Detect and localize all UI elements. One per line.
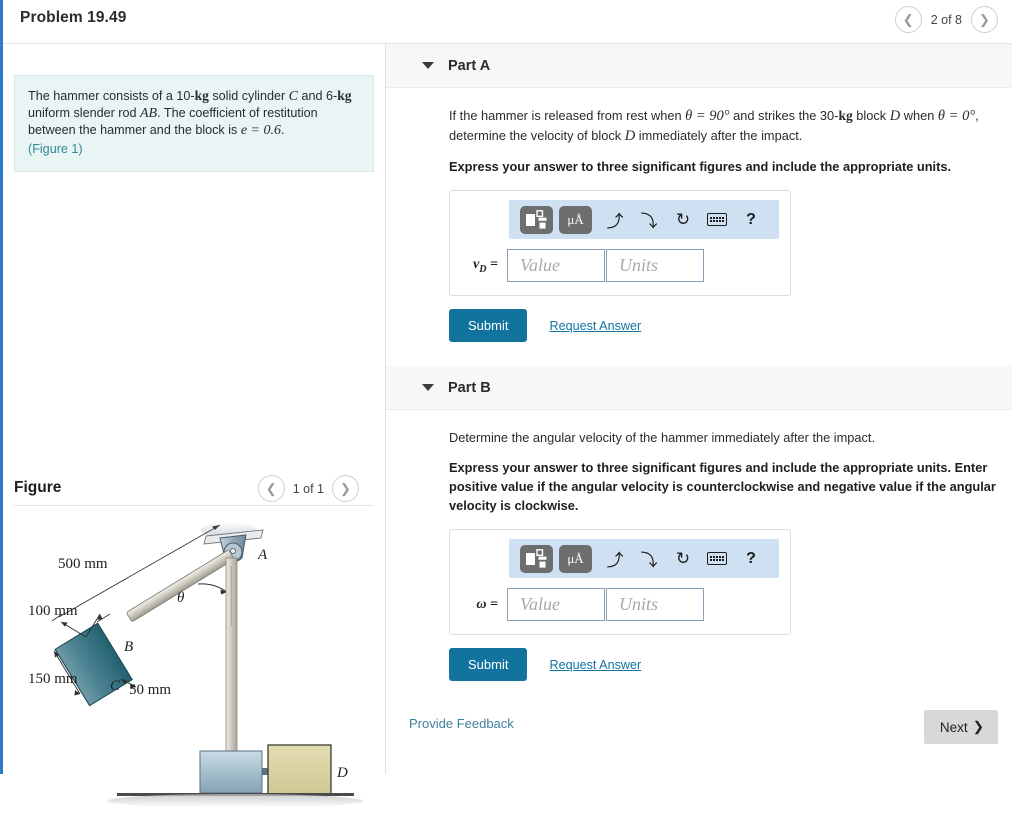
prev-problem-button[interactable]: ❮ [894, 6, 922, 33]
units-icon[interactable]: μÅ [559, 544, 592, 573]
part-b-value-input[interactable] [507, 588, 605, 621]
figure-header: Figure ❮ 1 of 1 ❯ [3, 469, 385, 517]
part-a-collapse-caret-icon[interactable] [422, 62, 434, 69]
math-template-icon[interactable] [520, 544, 553, 573]
figure-reference-link[interactable]: (Figure 1) [28, 141, 360, 158]
figure-next-button[interactable]: ❯ [332, 475, 359, 502]
part-a-instruction: Express your answer to three significant… [449, 159, 952, 174]
problem-count-label: 2 of 8 [930, 12, 962, 27]
reset-circle-icon[interactable]: ↻ [666, 206, 700, 234]
right-panel: Part A If the hammer is released from re… [386, 44, 1012, 774]
part-b-answer-row: ω = [450, 588, 779, 621]
part-a-question: If the hammer is released from rest when… [449, 108, 979, 144]
part-b-actions: Submit Request Answer [449, 648, 998, 681]
figure-image[interactable]: 500 mm A B C 100 mm 150 mm 50 mm θ D [14, 514, 385, 818]
figure-prev-button[interactable]: ❮ [257, 475, 285, 502]
part-a-variable-label: vD = [473, 256, 498, 275]
part-a-answer-row: vD = [450, 249, 779, 282]
part-b-toolbar: μÅ ⤴ ⤵ ↻ ? [509, 539, 779, 578]
figure-label-c: C [110, 678, 121, 694]
figure-dim-150: 150 mm [28, 671, 78, 687]
part-b-instruction: Express your answer to three significant… [449, 460, 996, 513]
part-a-submit-button[interactable]: Submit [449, 309, 528, 342]
part-a-toolbar: μÅ ⤴ ⤵ ↻ ? [509, 200, 779, 239]
chevron-right-icon: ❯ [972, 719, 984, 734]
part-a-label: Part A [448, 57, 491, 74]
reset-circle-icon[interactable]: ↻ [666, 545, 700, 573]
help-icon[interactable]: ? [734, 545, 768, 573]
part-a-value-input[interactable] [507, 249, 605, 282]
top-bar: Problem 19.49 ❮ 2 of 8 ❯ [3, 0, 1012, 43]
figure-dim-50: 50 mm [129, 682, 171, 698]
redo-arrow-icon[interactable]: ⤵ [632, 206, 666, 234]
footer-bar: Provide Feedback Next ❯ [386, 700, 1012, 760]
part-a-body: If the hammer is released from rest when… [386, 88, 1012, 342]
problem-pager: ❮ 2 of 8 ❯ [894, 6, 998, 33]
help-icon[interactable]: ? [734, 206, 768, 234]
figure-label-d: D [336, 765, 348, 781]
part-a-header[interactable]: Part A [386, 44, 1012, 88]
part-b-submit-button[interactable]: Submit [449, 648, 528, 681]
part-a-units-input[interactable] [606, 249, 704, 282]
problem-statement: The hammer consists of a 10-kg solid cyl… [14, 75, 374, 172]
left-panel: The hammer consists of a 10-kg solid cyl… [3, 44, 385, 808]
part-b-variable-label: ω = [476, 596, 498, 612]
keyboard-icon[interactable] [700, 206, 734, 234]
part-b-label: Part B [448, 379, 491, 396]
undo-arrow-icon[interactable]: ⤴ [598, 545, 632, 573]
next-button[interactable]: Next ❯ [923, 710, 998, 744]
keyboard-icon[interactable] [700, 545, 734, 573]
figure-title: Figure [14, 479, 62, 496]
undo-arrow-icon[interactable]: ⤴ [598, 206, 632, 234]
redo-arrow-icon[interactable]: ⤵ [632, 545, 666, 573]
part-b-units-input[interactable] [606, 588, 704, 621]
figure-divider [14, 505, 374, 506]
part-b-header[interactable]: Part B [386, 366, 1012, 410]
next-button-label: Next [939, 719, 968, 735]
part-a-actions: Submit Request Answer [449, 309, 998, 342]
figure-label-theta: θ [177, 590, 185, 606]
part-b-body: Determine the angular velocity of the ha… [386, 410, 1012, 681]
figure-pager: ❮ 1 of 1 ❯ [257, 475, 359, 502]
part-b-collapse-caret-icon[interactable] [422, 384, 434, 391]
figure-label-b: B [124, 639, 133, 655]
figure-dim-500: 500 mm [58, 556, 108, 572]
figure-label-a: A [257, 547, 268, 563]
part-b-question: Determine the angular velocity of the ha… [449, 430, 876, 445]
figure-count-label: 1 of 1 [292, 481, 324, 496]
page-title: Problem 19.49 [20, 9, 127, 26]
math-template-icon[interactable] [520, 205, 553, 234]
part-a-request-answer-link[interactable]: Request Answer [549, 319, 641, 333]
figure-dim-100: 100 mm [28, 603, 78, 619]
units-icon[interactable]: μÅ [559, 205, 592, 234]
provide-feedback-link[interactable]: Provide Feedback [409, 716, 514, 731]
next-problem-button[interactable]: ❯ [971, 6, 998, 33]
part-b-request-answer-link[interactable]: Request Answer [549, 658, 641, 672]
part-b-answer-box: μÅ ⤴ ⤵ ↻ ? ω = [449, 529, 791, 635]
statement-text: The hammer consists of a 10-kg solid cyl… [28, 88, 352, 138]
part-a-answer-box: μÅ ⤴ ⤵ ↻ ? vD = [449, 190, 791, 296]
